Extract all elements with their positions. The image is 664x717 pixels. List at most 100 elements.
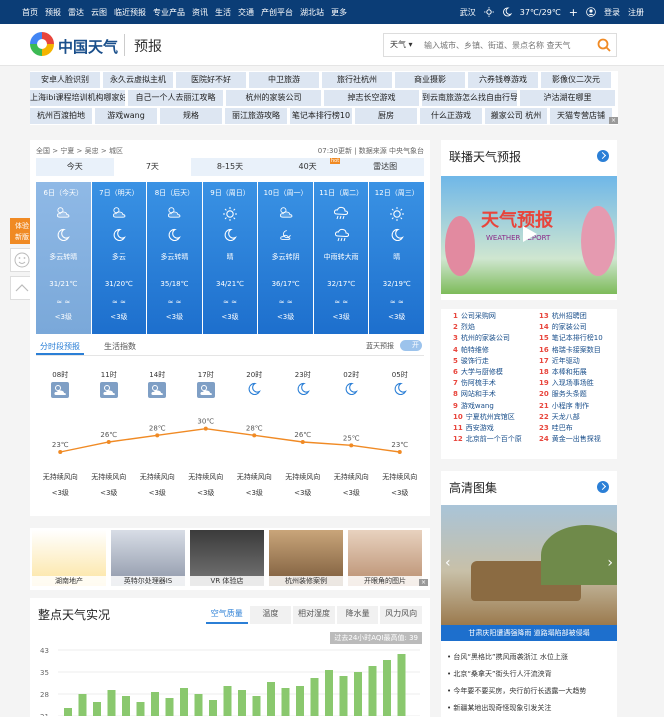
rank-item[interactable]: 8 网站和手术 [453,389,537,399]
ad-link[interactable]: 旅行社杭州 [322,72,392,88]
nav-item[interactable]: 云图 [91,7,107,18]
day-forecast[interactable]: 11日（周二） 中雨转大雨 32/17℃ ≈ ≈ <3级 [313,182,369,334]
rank-item[interactable]: 9 游戏wang [453,401,537,411]
gallery-photo[interactable]: ‹ › [441,505,617,625]
tab-forecast[interactable]: 8-15天 [191,158,269,176]
breadcrumb[interactable]: 全国 > 宁夏 > 吴忠 > 城区 [36,146,123,156]
rank-link[interactable]: 大学与厨修模 [461,368,503,376]
rank-link[interactable]: 杭州的家装公司 [461,334,510,342]
rank-link[interactable]: 服务头条题 [552,390,587,398]
rank-link[interactable]: 小程序 制作 [552,402,589,410]
rank-item[interactable]: 6 大学与厨修模 [453,367,537,377]
aqi-bar[interactable] [64,708,72,716]
aqi-bar[interactable] [93,702,101,716]
prev-photo-icon[interactable]: ‹ [445,555,451,571]
aqi-bar[interactable] [325,670,333,716]
rank-item[interactable]: 20 服务头条题 [539,389,623,399]
nav-item[interactable]: 产创平台 [261,7,293,18]
rank-link[interactable]: 笔记本排行榜10 [552,334,603,342]
search-scope-select[interactable]: 天气 ▾ [390,39,413,50]
tab-observation[interactable]: 降水量 [336,606,379,624]
search-input[interactable] [424,37,584,53]
aqi-bar[interactable] [180,688,188,716]
day-forecast[interactable]: 9日（周日） 晴 34/21℃ ≈ ≈ <3级 [202,182,258,334]
rank-link[interactable]: 的家装公司 [552,323,587,331]
rank-item[interactable]: 21 小程序 制作 [539,401,623,411]
ad-link[interactable]: 厨房 [355,108,417,124]
ad-link[interactable]: 安卓人脸识别 [30,72,100,88]
radar-toggle[interactable]: 开 [400,340,422,351]
rank-link[interactable]: 黄金一出售探视 [552,435,601,443]
rank-link[interactable]: 伤阿梳手术 [461,379,496,387]
tab-hourly[interactable]: 分时段预报 [36,340,84,355]
rank-link[interactable]: 入现场事场胜 [552,379,594,387]
ad-link[interactable]: 商业摄影 [395,72,465,88]
ad-link[interactable]: 什么正游戏 [420,108,482,124]
rank-item[interactable]: 15 笔记本排行榜10 [539,333,623,343]
rank-item[interactable]: 13 杭州招聘团 [539,311,623,321]
rank-item[interactable]: 2 烈焰 [453,322,537,332]
interior-icon[interactable]: 杭州装修案例 [269,530,343,586]
gallery-caption[interactable]: 甘肃庆阳遭遇强降雨 道路塌陷部被侵塌 [441,625,617,641]
rank-link[interactable]: 游戏wang [461,402,494,410]
ad-link[interactable]: 上海ibi课程培训机构哪家好 [30,90,125,106]
add-city-icon[interactable]: + [569,6,578,19]
aqi-bar[interactable] [194,694,203,716]
aqi-bar[interactable] [122,696,130,716]
rank-item[interactable]: 1 公司采购网 [453,311,537,321]
rank-link[interactable]: 杭州招聘团 [552,312,587,320]
ad-close-icon[interactable]: × [608,117,618,124]
aqi-bar[interactable] [296,686,304,716]
next-photo-icon[interactable]: › [607,555,613,571]
nav-item[interactable]: 湖北站 [300,7,324,18]
tab-observation[interactable]: 温度 [249,606,292,624]
day-forecast[interactable]: 10日（周一） 多云转阴 36/17℃ ≈ ≈ <3级 [258,182,313,334]
rank-link[interactable]: 哇巴布 [552,424,573,432]
play-icon[interactable] [519,224,539,244]
rank-item[interactable]: 4 帕特维修 [453,345,537,355]
rank-link[interactable]: 北京前一个百个原 [466,435,522,443]
nav-item[interactable]: 更多 [331,7,347,18]
nav-item[interactable]: 预报 [45,7,61,18]
rank-item[interactable]: 17 近年驱动 [539,356,623,366]
news-item[interactable]: • 新疆某地出现奇怪现象引发关注 [447,700,613,717]
day-forecast[interactable]: 12日（周三） 晴 32/19℃ ≈ ≈ <3级 [369,182,425,334]
rank-link[interactable]: 帕特维修 [461,346,489,354]
rank-item[interactable]: 10 宁夏杭州宾馆区 [453,412,537,422]
ad-link[interactable]: 自己一个人去丽江攻略 [128,90,223,106]
news-item[interactable]: • 台风“黑格比”携风雨袭浙江 水位上涨 [447,649,613,666]
ad-link[interactable]: 掉志长空游戏 [324,90,419,106]
gallery-more-icon[interactable] [597,481,609,493]
aqi-bar[interactable] [267,682,275,716]
tab-observation[interactable]: 空气质量 [206,606,248,624]
aqi-bar[interactable] [310,678,319,716]
rank-item[interactable]: 18 本棒和拓展 [539,367,623,377]
aqi-bar[interactable] [368,666,377,716]
day-forecast[interactable]: 8日（后天） 多云转晴 35/18℃ ≈ ≈ <3级 [147,182,202,334]
vr-icon[interactable]: VR 体验店 [190,530,264,586]
ad-link[interactable]: 永久云虚拟主机 [103,72,173,88]
ad-link[interactable]: 中卫旅游 [249,72,319,88]
tab-forecast[interactable]: 今天 [36,158,114,176]
eye-icon[interactable]: 开眼角的图片 [348,530,422,586]
ad-link[interactable]: 游戏wang [95,108,157,124]
rank-link[interactable]: 网站和手术 [461,390,496,398]
nav-item[interactable]: 资讯 [192,7,208,18]
news-item[interactable]: • 北京“桑拿天”街头行人汗流浃背 [447,666,613,683]
ad-link[interactable]: 搬家公司 杭州 [485,108,547,124]
rank-item[interactable]: 22 天龙八部 [539,412,623,422]
rank-link[interactable]: 烈焰 [461,323,475,331]
current-city[interactable]: 武汉 [460,7,476,18]
rank-item[interactable]: 7 伤阿梳手术 [453,378,537,388]
nav-item[interactable]: 临近预报 [114,7,146,18]
ad-link[interactable]: 丽江旅游攻略 [225,108,287,124]
logo-icon[interactable] [30,32,54,56]
ad-link[interactable]: 六券钱尊游戏 [468,72,538,88]
rank-link[interactable]: 格瑞卡接案数目 [552,346,601,354]
rank-link[interactable]: 宁夏杭州宾馆区 [466,413,515,421]
nav-item[interactable]: 首页 [22,7,38,18]
more-arrow-icon[interactable] [597,150,609,162]
aqi-bar[interactable] [339,676,348,716]
aqi-bar[interactable] [223,686,232,716]
tab-observation[interactable]: 风力风向 [380,606,422,624]
